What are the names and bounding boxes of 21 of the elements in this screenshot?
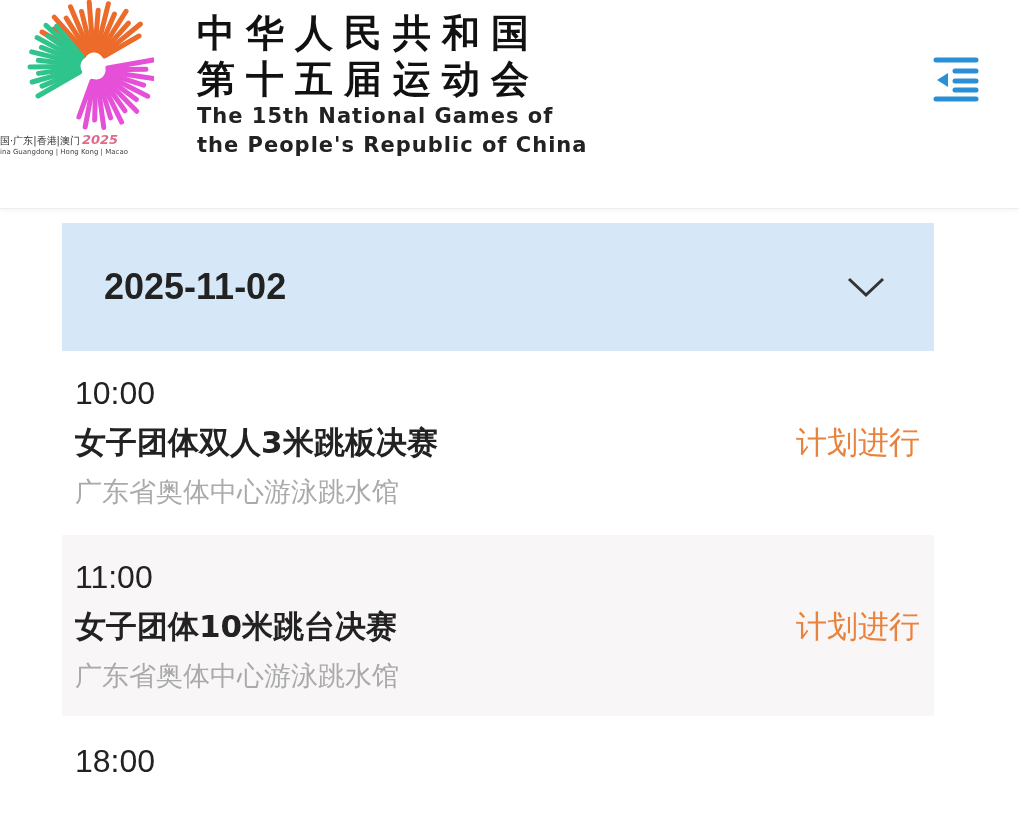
event-time: 18:00 [75,743,157,780]
event-status: 计划进行 [796,607,920,646]
games-title: 第十五届运动会 [197,56,541,102]
event-venue: 广东省奥体中心游泳跳水馆 [75,659,400,693]
event-time: 10:00 [75,375,157,412]
games-subtitle: The 15th National Games of [197,103,555,130]
date-picker[interactable]: 2025-11-02 [62,223,934,351]
games-subtitle: the People's Republic of China [197,132,588,159]
event-time: 11:00 [75,559,154,596]
logo-year: 2025 [81,132,119,147]
event-title: 女子团体10米跳台决赛 [75,607,399,646]
event-row[interactable]: 10:00 女子团体双人3米跳板决赛 计划进行 广东省奥体中心游泳跳水馆 [62,351,934,532]
event-status: 计划进行 [796,423,920,462]
games-title: 中华人民共和国 [197,10,541,56]
event-title: 女子团体双人3米跳板决赛 [75,423,439,462]
event-row[interactable]: 11:00 女子团体10米跳台决赛 计划进行 广东省奥体中心游泳跳水馆 [62,535,934,716]
date-value: 2025-11-02 [104,266,287,308]
menu-collapse-icon[interactable] [933,56,979,105]
event-row[interactable]: 18:00 [62,719,934,802]
logo-region-text: 国·广东|香港|澳门 [0,134,80,148]
event-venue: 广东省奥体中心游泳跳水馆 [75,475,400,509]
